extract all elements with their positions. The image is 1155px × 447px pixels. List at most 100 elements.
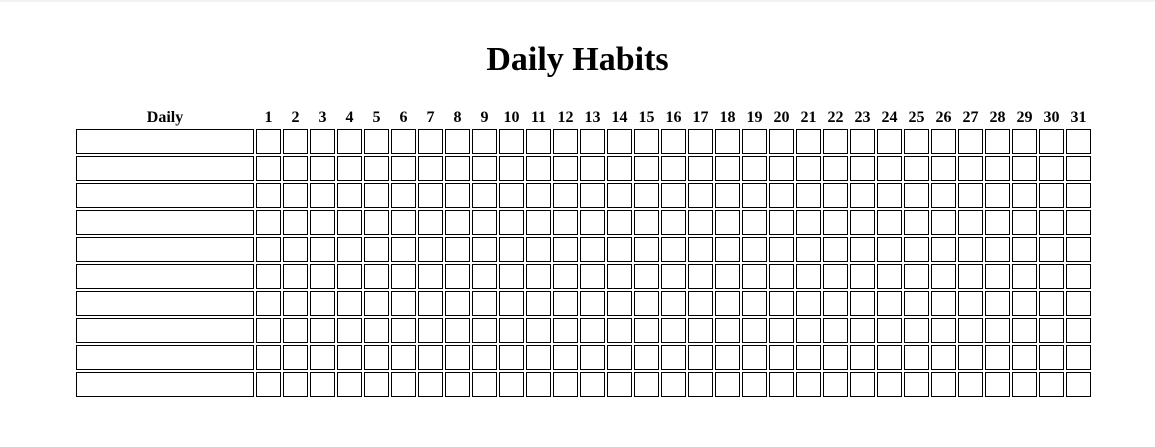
day-checkbox-3[interactable]	[310, 183, 335, 208]
day-checkbox-6[interactable]	[391, 318, 416, 343]
day-checkbox-14[interactable]	[607, 345, 632, 370]
day-checkbox-6[interactable]	[391, 183, 416, 208]
day-checkbox-7[interactable]	[418, 264, 443, 289]
day-checkbox-31[interactable]	[1066, 264, 1091, 289]
day-checkbox-22[interactable]	[823, 372, 848, 397]
day-checkbox-19[interactable]	[742, 264, 767, 289]
day-checkbox-7[interactable]	[418, 318, 443, 343]
day-checkbox-11[interactable]	[526, 318, 551, 343]
day-checkbox-4[interactable]	[337, 264, 362, 289]
day-checkbox-10[interactable]	[499, 237, 524, 262]
day-checkbox-24[interactable]	[877, 156, 902, 181]
day-checkbox-8[interactable]	[445, 372, 470, 397]
day-checkbox-9[interactable]	[472, 372, 497, 397]
day-checkbox-16[interactable]	[661, 183, 686, 208]
day-checkbox-8[interactable]	[445, 156, 470, 181]
day-checkbox-9[interactable]	[472, 345, 497, 370]
day-checkbox-24[interactable]	[877, 291, 902, 316]
day-checkbox-18[interactable]	[715, 264, 740, 289]
day-checkbox-9[interactable]	[472, 291, 497, 316]
day-checkbox-11[interactable]	[526, 345, 551, 370]
day-checkbox-20[interactable]	[769, 210, 794, 235]
day-checkbox-1[interactable]	[256, 210, 281, 235]
day-checkbox-14[interactable]	[607, 264, 632, 289]
day-checkbox-11[interactable]	[526, 237, 551, 262]
day-checkbox-12[interactable]	[553, 318, 578, 343]
day-checkbox-8[interactable]	[445, 264, 470, 289]
day-checkbox-23[interactable]	[850, 129, 875, 154]
day-checkbox-5[interactable]	[364, 318, 389, 343]
day-checkbox-18[interactable]	[715, 237, 740, 262]
day-checkbox-19[interactable]	[742, 345, 767, 370]
day-checkbox-27[interactable]	[958, 291, 983, 316]
day-checkbox-26[interactable]	[931, 264, 956, 289]
day-checkbox-27[interactable]	[958, 264, 983, 289]
day-checkbox-12[interactable]	[553, 237, 578, 262]
day-checkbox-13[interactable]	[580, 345, 605, 370]
day-checkbox-16[interactable]	[661, 264, 686, 289]
day-checkbox-4[interactable]	[337, 156, 362, 181]
day-checkbox-21[interactable]	[796, 156, 821, 181]
habit-name-field[interactable]	[76, 264, 254, 289]
day-checkbox-28[interactable]	[985, 237, 1010, 262]
day-checkbox-20[interactable]	[769, 372, 794, 397]
day-checkbox-25[interactable]	[904, 210, 929, 235]
day-checkbox-29[interactable]	[1012, 183, 1037, 208]
day-checkbox-8[interactable]	[445, 237, 470, 262]
day-checkbox-30[interactable]	[1039, 345, 1064, 370]
day-checkbox-31[interactable]	[1066, 372, 1091, 397]
day-checkbox-15[interactable]	[634, 210, 659, 235]
day-checkbox-12[interactable]	[553, 345, 578, 370]
day-checkbox-5[interactable]	[364, 129, 389, 154]
day-checkbox-21[interactable]	[796, 129, 821, 154]
day-checkbox-17[interactable]	[688, 318, 713, 343]
day-checkbox-10[interactable]	[499, 129, 524, 154]
day-checkbox-13[interactable]	[580, 291, 605, 316]
day-checkbox-28[interactable]	[985, 345, 1010, 370]
day-checkbox-2[interactable]	[283, 156, 308, 181]
day-checkbox-8[interactable]	[445, 318, 470, 343]
day-checkbox-12[interactable]	[553, 129, 578, 154]
day-checkbox-7[interactable]	[418, 345, 443, 370]
day-checkbox-21[interactable]	[796, 345, 821, 370]
day-checkbox-16[interactable]	[661, 156, 686, 181]
day-checkbox-10[interactable]	[499, 345, 524, 370]
day-checkbox-28[interactable]	[985, 291, 1010, 316]
day-checkbox-14[interactable]	[607, 237, 632, 262]
day-checkbox-17[interactable]	[688, 183, 713, 208]
day-checkbox-14[interactable]	[607, 129, 632, 154]
habit-name-field[interactable]	[76, 318, 254, 343]
day-checkbox-20[interactable]	[769, 129, 794, 154]
day-checkbox-17[interactable]	[688, 345, 713, 370]
day-checkbox-25[interactable]	[904, 183, 929, 208]
day-checkbox-19[interactable]	[742, 372, 767, 397]
day-checkbox-16[interactable]	[661, 237, 686, 262]
day-checkbox-1[interactable]	[256, 345, 281, 370]
day-checkbox-23[interactable]	[850, 291, 875, 316]
day-checkbox-1[interactable]	[256, 264, 281, 289]
day-checkbox-4[interactable]	[337, 372, 362, 397]
day-checkbox-4[interactable]	[337, 318, 362, 343]
day-checkbox-22[interactable]	[823, 291, 848, 316]
day-checkbox-19[interactable]	[742, 210, 767, 235]
day-checkbox-2[interactable]	[283, 291, 308, 316]
day-checkbox-11[interactable]	[526, 291, 551, 316]
day-checkbox-28[interactable]	[985, 372, 1010, 397]
day-checkbox-21[interactable]	[796, 264, 821, 289]
day-checkbox-5[interactable]	[364, 210, 389, 235]
day-checkbox-6[interactable]	[391, 372, 416, 397]
day-checkbox-30[interactable]	[1039, 210, 1064, 235]
day-checkbox-17[interactable]	[688, 291, 713, 316]
day-checkbox-4[interactable]	[337, 345, 362, 370]
day-checkbox-13[interactable]	[580, 264, 605, 289]
day-checkbox-10[interactable]	[499, 210, 524, 235]
day-checkbox-13[interactable]	[580, 129, 605, 154]
day-checkbox-18[interactable]	[715, 372, 740, 397]
day-checkbox-1[interactable]	[256, 129, 281, 154]
day-checkbox-1[interactable]	[256, 372, 281, 397]
day-checkbox-27[interactable]	[958, 372, 983, 397]
day-checkbox-26[interactable]	[931, 237, 956, 262]
day-checkbox-31[interactable]	[1066, 345, 1091, 370]
day-checkbox-30[interactable]	[1039, 129, 1064, 154]
day-checkbox-23[interactable]	[850, 345, 875, 370]
